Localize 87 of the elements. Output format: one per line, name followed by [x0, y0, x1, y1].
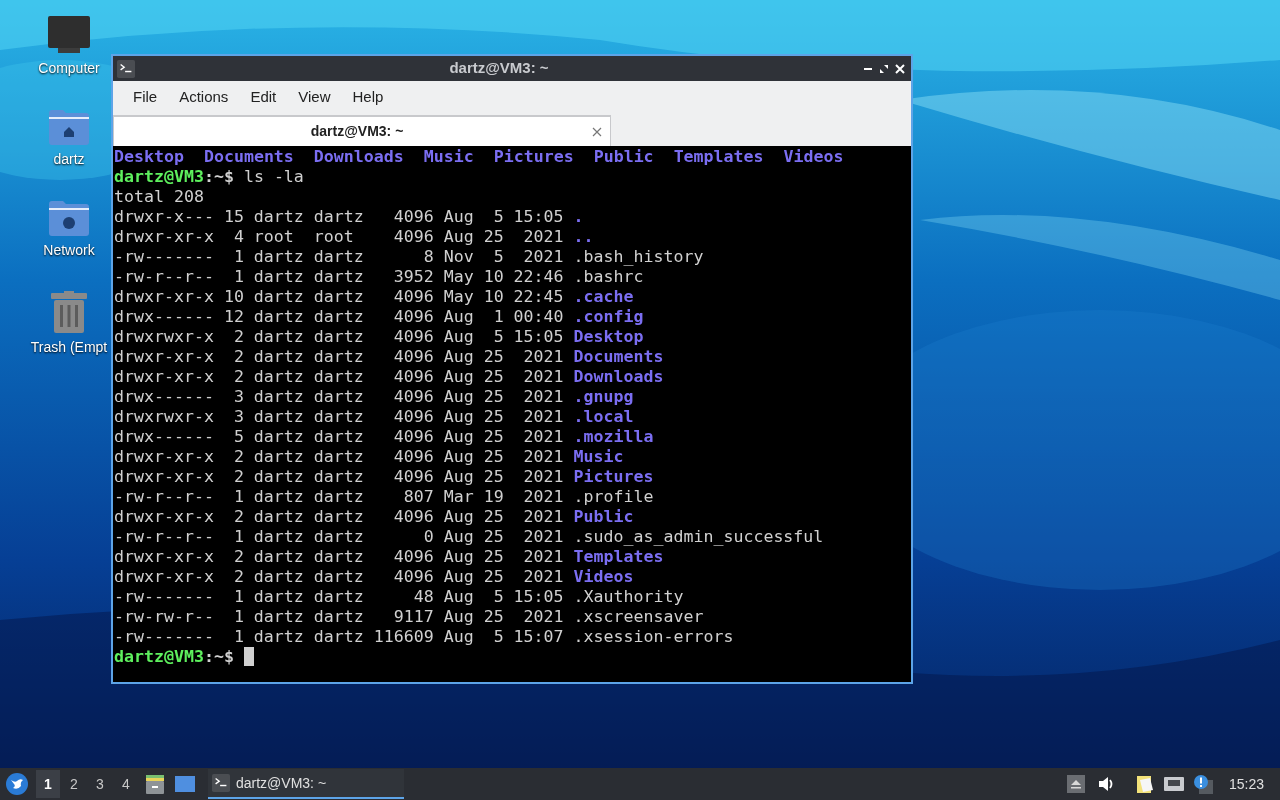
listing-text: drwxr-xr-x 2 dartz dartz 4096 Aug 25 2021	[114, 467, 564, 487]
prompt-user: dartz@VM3	[114, 167, 204, 187]
menu-item[interactable]: Help	[342, 85, 394, 109]
listing-text: drwxr-x--- 15 dartz dartz 4096 Aug 5 15:05	[114, 207, 564, 227]
prompt-path: :~$	[203, 167, 234, 187]
listing-text: drwxr-xr-x 2 dartz dartz 4096 Aug 25 2021	[114, 447, 564, 467]
listing-text: -rw-r--r-- 1 dartz dartz 3952 May 10 22:46	[114, 267, 564, 287]
workspace-button[interactable]: 2	[62, 770, 86, 798]
listing-text: -rw------- 1 dartz dartz 48 Aug 5 15:05	[114, 587, 564, 607]
desktop-icon-label[interactable]: Trash (Empt	[30, 337, 108, 358]
home-folder-icon	[49, 109, 89, 145]
task-button[interactable]: dartz@VM3: ~	[208, 769, 404, 799]
listing-text: drwx------ 3 dartz dartz 4096 Aug 25 2021	[114, 387, 564, 407]
listing-text: drwxr-xr-x 2 dartz dartz 4096 Aug 25 2021	[114, 567, 564, 587]
workspace-button[interactable]: 4	[114, 770, 138, 798]
network-folder-icon	[49, 200, 89, 236]
listing-text: drwx------ 5 dartz dartz 4096 Aug 25 2021	[114, 427, 564, 447]
menu-item[interactable]: File	[123, 85, 168, 109]
window-title: dartz@VM3: ~	[448, 58, 550, 79]
desktop-icon[interactable]	[174, 773, 196, 795]
prompt-path: :~$	[203, 647, 234, 667]
directory-name: Music	[423, 147, 474, 167]
command-text: ls -la	[243, 167, 304, 187]
directory-name: Public	[593, 147, 654, 167]
maximize-icon[interactable]	[879, 63, 889, 74]
directory-name: Music	[573, 447, 624, 467]
file-name: .sudo_as_admin_successful	[573, 527, 824, 547]
notification-icon[interactable]	[1192, 774, 1213, 794]
directory-name: Templates	[573, 547, 664, 567]
eject-icon[interactable]	[1066, 775, 1085, 793]
start-menu-icon[interactable]	[6, 773, 28, 795]
directory-name: Public	[573, 507, 634, 527]
monitor-icon	[48, 16, 90, 54]
volume-icon[interactable]	[1096, 775, 1115, 793]
file-name: .xscreensaver	[573, 607, 704, 627]
workspace-button[interactable]: 3	[88, 770, 112, 798]
directory-name: .gnupg	[573, 387, 634, 407]
file-name: .bashrc	[573, 267, 644, 287]
prompt-user: dartz@VM3	[114, 647, 204, 667]
workspace-button[interactable]: 1	[36, 770, 60, 798]
directory-name: .cache	[573, 287, 634, 307]
directory-name: Downloads	[313, 147, 404, 167]
directory-name: Templates	[673, 147, 764, 167]
trash-icon	[51, 291, 87, 333]
directory-name: Videos	[573, 567, 634, 587]
listing-text: drwxr-xr-x 2 dartz dartz 4096 Aug 25 2021	[114, 367, 564, 387]
clock[interactable]: 15:23	[1228, 773, 1264, 795]
terminal-icon	[117, 59, 135, 78]
listing-text: drwxr-xr-x 2 dartz dartz 4096 Aug 25 2021	[114, 547, 564, 567]
listing-text: drwxr-xr-x 2 dartz dartz 4096 Aug 25 2021	[114, 507, 564, 527]
file-name: .Xauthority	[573, 587, 684, 607]
directory-name: .config	[573, 307, 644, 327]
directory-name: Documents	[573, 347, 664, 367]
terminal-icon	[212, 774, 230, 792]
listing-text: drwxrwxr-x 2 dartz dartz 4096 Aug 5 15:05	[114, 327, 564, 347]
clipboard-icon[interactable]	[1134, 774, 1155, 794]
listing-text: drwxr-xr-x 4 root root 4096 Aug 25 2021	[114, 227, 564, 247]
tab[interactable]: dartz@VM3: ~	[113, 115, 611, 146]
directory-name: ..	[573, 227, 594, 247]
listing-text: drwxr-xr-x 10 dartz dartz 4096 May 10 22:45	[114, 287, 564, 307]
directory-name: Pictures	[573, 467, 654, 487]
listing-text: drwx------ 12 dartz dartz 4096 Aug 1 00:40	[114, 307, 564, 327]
file-cabinet-icon[interactable]	[144, 773, 166, 795]
directory-name: .mozilla	[573, 427, 654, 447]
file-name: .bash_history	[573, 247, 704, 267]
directory-name: Videos	[783, 147, 844, 167]
desktop-icon-label[interactable]: Network	[43, 240, 95, 261]
file-name: .xsession-errors	[573, 627, 734, 647]
directory-name: .	[573, 207, 584, 227]
directory-name: Documents	[203, 147, 294, 167]
file-name: .profile	[573, 487, 654, 507]
directory-name: Desktop	[114, 147, 184, 167]
listing-text: drwxr-xr-x 2 dartz dartz 4096 Aug 25 2021	[114, 347, 564, 367]
listing-text: drwxrwxr-x 3 dartz dartz 4096 Aug 25 2021	[114, 407, 564, 427]
directory-name: Desktop	[573, 327, 644, 347]
listing-text: -rw------- 1 dartz dartz 8 Nov 5 2021	[114, 247, 564, 267]
directory-name: .local	[573, 407, 634, 427]
listing-text: -rw------- 1 dartz dartz 116609 Aug 5 15:07	[114, 627, 564, 647]
menu-item[interactable]: Actions	[169, 85, 239, 109]
directory-name: Pictures	[493, 147, 574, 167]
menu-item[interactable]: Edit	[240, 85, 287, 109]
menu-item[interactable]: View	[288, 85, 341, 109]
output-text: total 208	[114, 187, 204, 207]
listing-text: -rw-r--r-- 1 dartz dartz 807 Mar 19 2021	[114, 487, 564, 507]
listing-text: -rw-r--r-- 1 dartz dartz 0 Aug 25 2021	[114, 527, 564, 547]
directory-name: Downloads	[573, 367, 664, 387]
listing-text: -rw-rw-r-- 1 dartz dartz 9117 Aug 25 2021	[114, 607, 564, 627]
